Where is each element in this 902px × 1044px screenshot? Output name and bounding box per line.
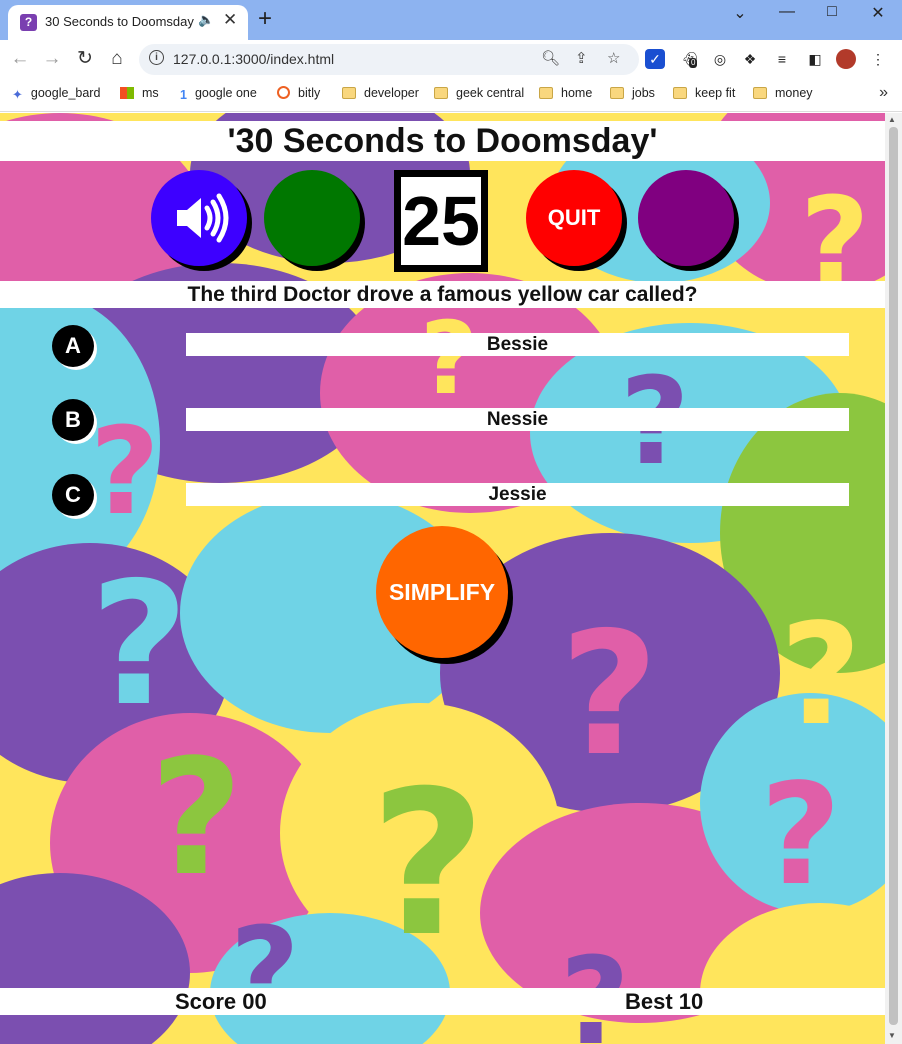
countdown-timer: 25 <box>394 170 488 272</box>
tab-title: 30 Seconds to Doomsday <box>45 14 194 29</box>
svg-text:?: ? <box>760 754 841 917</box>
reload-button[interactable]: ↻ <box>72 46 98 72</box>
speaker-volume-icon <box>177 193 229 243</box>
folder-icon <box>539 87 553 99</box>
site-info-icon[interactable]: i <box>149 50 164 65</box>
best-score-display: Best 10 <box>625 989 704 1014</box>
browser-tab[interactable]: ? 30 Seconds to Doomsday 🔈 ✕ <box>8 5 248 40</box>
profile-avatar[interactable] <box>836 49 856 69</box>
new-tab-button[interactable]: + <box>258 5 272 33</box>
svg-text:?: ? <box>370 748 486 981</box>
bookmark-jobs[interactable]: jobs <box>610 86 655 104</box>
svg-text:?: ? <box>560 596 659 794</box>
option-b-badge[interactable]: B <box>52 399 94 441</box>
folder-icon <box>434 87 448 99</box>
svg-text:?: ? <box>230 903 300 1042</box>
quit-button[interactable]: QUIT <box>526 170 622 266</box>
option-a-answer[interactable]: Bessie <box>186 333 849 356</box>
bookmarks-bar: ✦ google_bard ms 1 google one bitly develo… <box>0 78 902 112</box>
svg-text:?: ? <box>90 403 160 542</box>
folder-icon <box>753 87 767 99</box>
side-panel-icon[interactable]: ◧ <box>805 49 825 69</box>
favicon-icon: ? <box>20 14 37 31</box>
game-title-band: '30 Seconds to Doomsday' <box>0 121 885 161</box>
menu-kebab-icon[interactable]: ⋮ <box>868 49 888 69</box>
question-text: The third Doctor drove a famous yellow c… <box>187 283 698 306</box>
svg-text:?: ? <box>150 724 243 911</box>
minimize-button[interactable]: — <box>772 3 802 21</box>
extension-badge: 0 <box>689 58 698 68</box>
option-a-badge[interactable]: A <box>52 325 94 367</box>
ms-logo-icon <box>120 87 134 99</box>
bitly-icon <box>277 86 290 99</box>
address-bar[interactable]: i 127.0.0.1:3000/index.html 🔍︎ ⇪ ☆ <box>139 44 639 75</box>
tab-search-icon[interactable]: ⌄ <box>725 3 755 23</box>
folder-icon <box>342 87 356 99</box>
browser-titlebar: ? 30 Seconds to Doomsday 🔈 ✕ + ⌄ — □ ✕ <box>0 0 902 40</box>
reading-list-icon[interactable]: ≡ <box>772 49 792 69</box>
forward-button[interactable]: → <box>39 46 65 72</box>
extension-shield-icon[interactable]: ✓ <box>645 49 665 69</box>
extensions-puzzle-icon[interactable]: ❖ <box>740 49 760 69</box>
folder-icon <box>673 87 687 99</box>
browser-toolbar: ← → ↻ ⌂ i 127.0.0.1:3000/index.html 🔍︎ ⇪… <box>0 40 902 78</box>
speaker-icon[interactable]: 🔈 <box>198 12 214 28</box>
game-title: '30 Seconds to Doomsday' <box>227 122 658 160</box>
page-scrollbar[interactable]: ▲ ▼ <box>885 113 902 1044</box>
bookmark-google-one[interactable]: 1 google one <box>180 86 257 104</box>
share-icon[interactable]: ⇪ <box>575 49 588 67</box>
close-window-button[interactable]: ✕ <box>863 3 893 23</box>
svg-text:?: ? <box>90 546 189 744</box>
back-button[interactable]: ← <box>7 46 33 72</box>
simplify-button[interactable]: SIMPLIFY <box>376 526 508 658</box>
bookmarks-overflow-icon[interactable]: » <box>879 84 888 102</box>
scroll-down-arrow-icon[interactable]: ▼ <box>888 1031 896 1040</box>
option-c-badge[interactable]: C <box>52 474 94 516</box>
zoom-icon[interactable]: 🔍︎ <box>541 49 560 67</box>
green-lifeline-button[interactable] <box>264 170 360 266</box>
home-button[interactable]: ⌂ <box>104 46 130 72</box>
bookmark-money[interactable]: money <box>753 86 813 104</box>
svg-text:?: ? <box>780 594 861 757</box>
bookmark-star-icon[interactable]: ☆ <box>607 49 620 67</box>
scroll-up-arrow-icon[interactable]: ▲ <box>888 115 896 124</box>
purple-lifeline-button[interactable] <box>638 170 734 266</box>
bookmark-ms[interactable]: ms <box>120 86 159 104</box>
option-b-answer[interactable]: Nessie <box>186 408 849 431</box>
svg-text:?: ? <box>420 300 478 417</box>
sparkle-icon: ✦ <box>12 87 23 102</box>
bookmark-developer[interactable]: developer <box>342 86 419 104</box>
google-one-icon: 1 <box>180 88 187 102</box>
extension-ghost-icon[interactable]: 👻︎0 <box>680 49 700 69</box>
score-display: Score 00 <box>175 989 267 1014</box>
option-c-answer[interactable]: Jessie <box>186 483 849 506</box>
extension-circle-icon[interactable]: ◎ <box>710 49 730 69</box>
bookmark-keep-fit[interactable]: keep fit <box>673 86 735 104</box>
url-text: 127.0.0.1:3000/index.html <box>173 51 335 67</box>
game-page: ? ? ? ? ? ? ? ? ? ? ? ? '30 Seconds to D… <box>0 113 885 1044</box>
bookmark-google-bard[interactable]: ✦ google_bard <box>12 86 100 104</box>
bookmark-geek-central[interactable]: geek central <box>434 86 524 104</box>
maximize-button[interactable]: □ <box>817 3 847 21</box>
score-footer: Score 00 Best 10 <box>0 988 885 1015</box>
scrollbar-thumb[interactable] <box>889 127 898 1025</box>
question-band: The third Doctor drove a famous yellow c… <box>0 281 885 308</box>
bookmark-home[interactable]: home <box>539 86 592 104</box>
sound-toggle-button[interactable] <box>151 170 247 266</box>
folder-icon <box>610 87 624 99</box>
bookmark-bitly[interactable]: bitly <box>277 86 320 104</box>
close-tab-icon[interactable]: ✕ <box>223 10 237 30</box>
